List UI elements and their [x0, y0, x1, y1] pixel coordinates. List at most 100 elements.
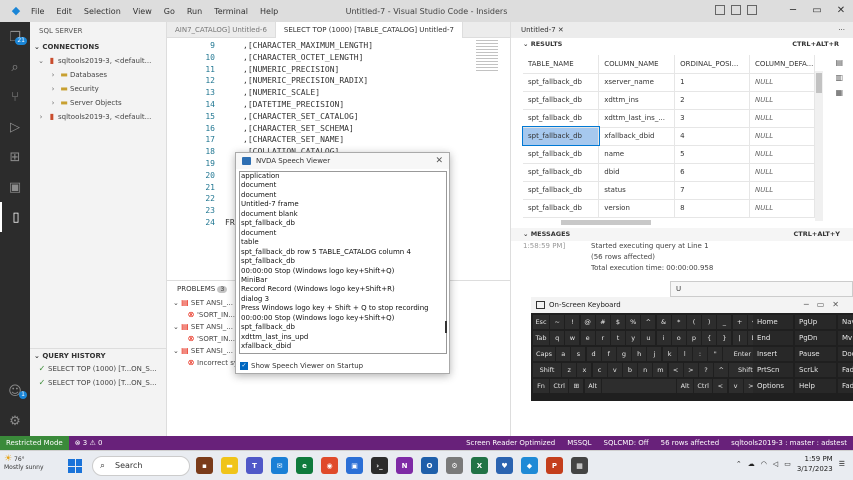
key[interactable]: Caps	[533, 347, 555, 361]
close-icon[interactable]: ✕	[435, 153, 443, 169]
key[interactable]: b	[623, 363, 637, 377]
key[interactable]: _	[717, 315, 732, 329]
menu-item-view[interactable]: View	[133, 7, 152, 16]
key[interactable]: q	[550, 331, 565, 345]
side-key[interactable]: PgUp	[795, 315, 836, 329]
menu-item-file[interactable]: File	[31, 7, 44, 16]
key[interactable]	[601, 379, 676, 393]
table-cell[interactable]: 1	[674, 73, 750, 92]
minimap[interactable]	[476, 40, 498, 72]
tree-item[interactable]: › ▬ Databases	[30, 68, 166, 82]
cloud-icon[interactable]: ☁	[748, 460, 755, 468]
results-section-header[interactable]: ⌄ RESULTS CTRL+ALT+R	[511, 38, 853, 51]
key[interactable]: Ctrl	[550, 379, 569, 393]
side-key[interactable]: Fade	[838, 363, 853, 377]
toggle-sidebar-icon[interactable]	[715, 5, 725, 15]
minimize-button[interactable]: ─	[781, 0, 805, 22]
toggle-secondary-icon[interactable]	[747, 5, 757, 15]
more-actions-icon[interactable]: ···	[838, 22, 845, 38]
column-header[interactable]: COLUMN_DEFA...	[749, 55, 816, 74]
messages-section-header[interactable]: ⌄ MESSAGES CTRL+ALT+Y	[511, 228, 853, 241]
key[interactable]: e	[580, 331, 595, 345]
settings-gear-icon[interactable]: ⚙	[0, 406, 30, 436]
close-button[interactable]: ✕	[829, 0, 853, 22]
accounts-icon[interactable]: ☺ 1	[0, 376, 30, 406]
mail-icon[interactable]: ✉	[271, 457, 288, 474]
table-cell[interactable]: xfallback_dbid	[598, 127, 676, 146]
connections-section[interactable]: ⌄ CONNECTIONS	[30, 40, 166, 54]
side-key[interactable]: Nav	[838, 315, 853, 329]
key[interactable]: ^	[714, 363, 729, 377]
key[interactable]: ~	[550, 315, 565, 329]
status-item[interactable]: Screen Reader Optimized	[466, 436, 555, 450]
history-item[interactable]: ✓ SELECT TOP (1000) [T...ON_S...	[30, 376, 166, 390]
speech-log[interactable]: application document document Untitled-7 fr…	[239, 171, 447, 354]
weather-widget[interactable]: ☀ 76° Mostly sunny	[4, 455, 44, 472]
table-cell[interactable]: xdttm_ins	[598, 91, 676, 110]
side-key[interactable]: PgDn	[795, 331, 836, 345]
outlook-icon[interactable]: O	[421, 457, 438, 474]
key[interactable]: %	[626, 315, 641, 329]
close-icon[interactable]: ✕	[558, 26, 564, 34]
battery-icon[interactable]: ▭	[784, 460, 791, 468]
notifications-icon[interactable]: ☰	[839, 460, 845, 468]
chrome-icon[interactable]: ◉	[321, 457, 338, 474]
startup-checkbox[interactable]: ✓ Show Speech Viewer on Startup	[240, 362, 363, 370]
server-connection[interactable]: ⌄ ▮ sqltools2019-3, <default...	[30, 54, 166, 68]
key[interactable]: <	[668, 363, 683, 377]
table-cell[interactable]: 3	[674, 109, 750, 128]
key[interactable]: ⊞	[569, 379, 584, 393]
extensions-icon[interactable]: ⊞	[0, 142, 30, 172]
key[interactable]: !	[565, 315, 580, 329]
excel-icon[interactable]: X	[471, 457, 488, 474]
key[interactable]: Esc	[533, 315, 549, 329]
key[interactable]: $	[611, 315, 625, 329]
side-key[interactable]: Dock	[838, 347, 853, 361]
table-cell[interactable]: spt_fallback_db	[522, 126, 600, 146]
key[interactable]: p	[687, 331, 701, 345]
table-cell[interactable]: NULL	[749, 73, 816, 92]
key[interactable]: )	[702, 315, 717, 329]
key[interactable]: {	[702, 331, 717, 345]
tab-problems[interactable]: PROBLEMS	[177, 285, 215, 293]
column-header[interactable]: ORDINAL_POSI...	[674, 55, 750, 74]
key[interactable]: *	[671, 315, 686, 329]
table-cell[interactable]: spt_fallback_db	[523, 145, 600, 164]
menu-item-help[interactable]: Help	[260, 7, 278, 16]
table-cell[interactable]: NULL	[749, 163, 816, 182]
sql-server-icon[interactable]: ▯	[0, 202, 30, 232]
side-key[interactable]: Help	[795, 379, 836, 393]
search-icon[interactable]: ⌕	[0, 52, 30, 82]
results-vertical-scrollbar[interactable]	[815, 71, 823, 221]
table-cell[interactable]: 5	[674, 145, 750, 164]
table-cell[interactable]: version	[598, 199, 676, 218]
side-key[interactable]: Insert	[753, 347, 793, 361]
key[interactable]: v	[607, 363, 622, 377]
server-connection[interactable]: › ▮ sqltools2019-3, <default...	[30, 110, 166, 124]
side-key[interactable]: Fade	[838, 379, 853, 393]
table-cell[interactable]: 4	[674, 127, 750, 146]
table-cell[interactable]: NULL	[749, 145, 816, 164]
menu-item-go[interactable]: Go	[164, 7, 175, 16]
tree-item[interactable]: › ▬ Server Objects	[30, 96, 166, 110]
news-app-icon[interactable]: ▪	[196, 457, 213, 474]
table-cell[interactable]: xdttm_last_ins_...	[598, 109, 676, 128]
vscode-icon[interactable]: ◆	[521, 457, 538, 474]
key[interactable]: d	[586, 347, 601, 361]
chevron-up-icon[interactable]: ⌃	[736, 460, 742, 468]
key[interactable]: ^	[641, 315, 656, 329]
edge-icon[interactable]: e	[296, 457, 313, 474]
key[interactable]: y	[626, 331, 641, 345]
speech-log-scrollbar[interactable]	[445, 321, 447, 333]
restricted-mode-indicator[interactable]: Restricted Mode	[0, 436, 69, 450]
status-item[interactable]: MSSQL	[567, 436, 591, 450]
column-header[interactable]: COLUMN_NAME	[598, 55, 676, 74]
key[interactable]: o	[671, 331, 686, 345]
key[interactable]: h	[632, 347, 647, 361]
table-cell[interactable]: spt_fallback_db	[523, 91, 600, 110]
key[interactable]: @	[580, 315, 595, 329]
key[interactable]: "	[708, 347, 723, 361]
key[interactable]: Fn	[533, 379, 549, 393]
side-key[interactable]: Mv	[838, 331, 853, 345]
key[interactable]: ?	[699, 363, 713, 377]
